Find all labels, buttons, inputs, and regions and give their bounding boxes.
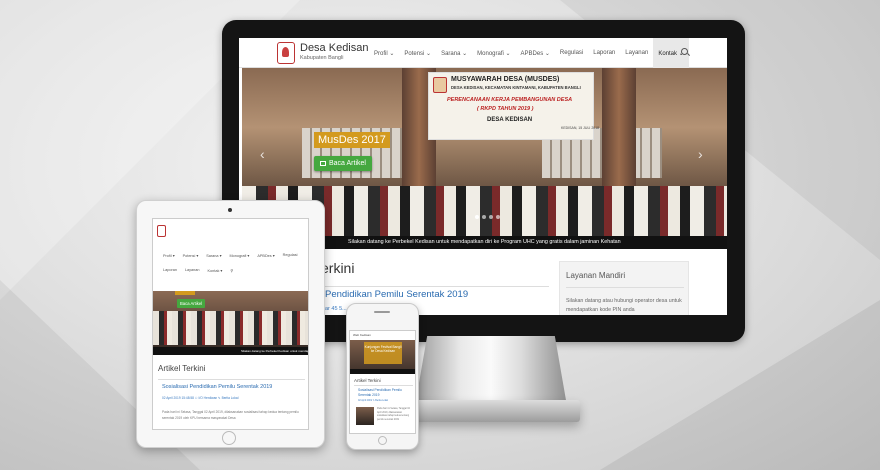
tablet-menu-item[interactable]: Layanan xyxy=(181,268,204,273)
banner-date: KEDISAN, 15 JULI 2018 xyxy=(561,126,600,130)
menu-item-potensi[interactable]: Potensi ⌄ xyxy=(399,38,436,68)
slider-dot[interactable] xyxy=(489,215,493,219)
tablet-post-title-link[interactable]: Sosialisasi Pendidikan Pemilu Serentak 2… xyxy=(162,384,272,390)
search-icon[interactable] xyxy=(681,48,688,55)
phone-articles-heading: Artikel Terkini xyxy=(354,378,381,383)
tablet-search-icon[interactable]: ⚲ xyxy=(226,268,237,273)
phone-home-button xyxy=(378,436,387,445)
tablet-camera xyxy=(228,208,232,212)
read-article-label: Baca Artikel xyxy=(329,160,366,167)
banner-line-3: PERENCANAAN KERJA PEMBANGUNAN DESA xyxy=(447,97,573,103)
brand[interactable]: Desa Kedisan Kabupaten Bangli xyxy=(300,42,369,62)
phone-brand[interactable]: Web Kedisan xyxy=(353,333,371,337)
brand-subtitle: Kabupaten Bangli xyxy=(300,55,344,61)
tablet-read-article-button[interactable]: Baca Artikel xyxy=(177,299,206,308)
phone-post-thumbnail[interactable] xyxy=(356,407,374,425)
tablet-menu-item[interactable]: Kontak ▾ xyxy=(204,268,227,273)
tablet-menu-item[interactable]: Sarana ▾ xyxy=(202,253,225,258)
tablet-post-meta: 02 April 2019 15:48:58 ⚇ I/O Herdiwan ✎ … xyxy=(162,396,239,400)
slider-dot[interactable] xyxy=(475,215,479,219)
tablet-logo-icon[interactable] xyxy=(157,225,166,237)
tablet-screen: Profil ▾ Potensi ▾ Sarana ▾ Monografi ▾ … xyxy=(152,218,309,430)
banner-line-5: DESA KEDISAN xyxy=(487,117,533,123)
tablet-menu-item[interactable]: Laporan xyxy=(159,268,181,273)
phone-ticker xyxy=(350,369,415,374)
main-menu: Profil ⌄ Potensi ⌄ Sarana ⌄ Monografi ⌄ … xyxy=(369,38,689,68)
phone-speaker xyxy=(374,311,390,313)
imac-stand-neck xyxy=(415,336,567,406)
tablet-ticker: Silakan datang ke Perbekel Kedisan untuk… xyxy=(153,347,308,355)
tablet-menu-item[interactable]: Regulasi xyxy=(279,253,302,258)
menu-item-regulasi[interactable]: Regulasi xyxy=(555,38,588,68)
banner-line-4: ( RKPD TAHUN 2019 ) xyxy=(477,106,534,112)
navbar: Desa Kedisan Kabupaten Bangli Profil ⌄ P… xyxy=(239,38,727,68)
tablet-menu: Profil ▾ Potensi ▾ Sarana ▾ Monografi ▾ … xyxy=(159,253,304,273)
menu-item-profil[interactable]: Profil ⌄ xyxy=(369,38,399,68)
banner-line-1: MUSYAWARAH DESA (MUSDES) xyxy=(451,76,560,83)
slider-next-icon[interactable]: › xyxy=(698,146,703,162)
menu-item-monografi[interactable]: Monografi ⌄ xyxy=(472,38,515,68)
slide-title: MusDes 2017 xyxy=(314,132,390,148)
tablet-menu-item[interactable]: Potensi ▾ xyxy=(179,253,203,258)
slider-dot[interactable] xyxy=(496,215,500,219)
banner-logo-icon xyxy=(433,77,447,93)
brand-title: Desa Kedisan xyxy=(300,42,369,54)
tablet-menu-item[interactable]: Monografi ▾ xyxy=(225,253,253,258)
tablet-articles-heading: Artikel Terkini xyxy=(158,364,206,373)
tablet-menu-item[interactable]: APBDes ▾ xyxy=(253,253,278,258)
tablet-home-button xyxy=(222,431,236,445)
slider-dot[interactable] xyxy=(482,215,486,219)
slider-prev-icon[interactable]: ‹ xyxy=(260,146,265,162)
banner-line-2: DESA KEDISAN, KECAMATAN KINTAMANI, KABUP… xyxy=(451,85,581,90)
menu-item-layanan[interactable]: Layanan xyxy=(620,38,653,68)
phone-screen: Web Kedisan Kunjungan Festival Bangli ke… xyxy=(349,330,416,434)
tablet-menu-item[interactable]: Profil ▾ xyxy=(159,253,179,258)
slider-dots xyxy=(475,215,500,219)
site-logo-icon[interactable] xyxy=(277,42,295,64)
tablet-post-excerpt: Pada hari ini Selasa, Tanggal 02 April 2… xyxy=(162,410,299,420)
phone-post-meta: 02 April 2019 ✎ Berita Lokal xyxy=(358,399,388,402)
imac-stand-base xyxy=(402,400,580,422)
menu-item-sarana[interactable]: Sarana ⌄ xyxy=(436,38,472,68)
read-article-button[interactable]: Baca Artikel xyxy=(314,156,372,171)
menu-item-laporan[interactable]: Laporan xyxy=(588,38,620,68)
phone-post-excerpt: Pada hari ini Selasa, Tanggal 02 April 2… xyxy=(377,408,410,421)
document-icon xyxy=(320,161,326,166)
event-banner: MUSYAWARAH DESA (MUSDES) DESA KEDISAN, K… xyxy=(428,72,599,140)
phone-post-title-link[interactable]: Sosialisasi Pendidikan Pemilu Serentak 2… xyxy=(358,388,413,397)
menu-item-apbdes[interactable]: APBDes ⌄ xyxy=(516,38,555,68)
phone-hero-caption: Kunjungan Festival Bangli ke Desa Kedisa… xyxy=(364,342,402,364)
